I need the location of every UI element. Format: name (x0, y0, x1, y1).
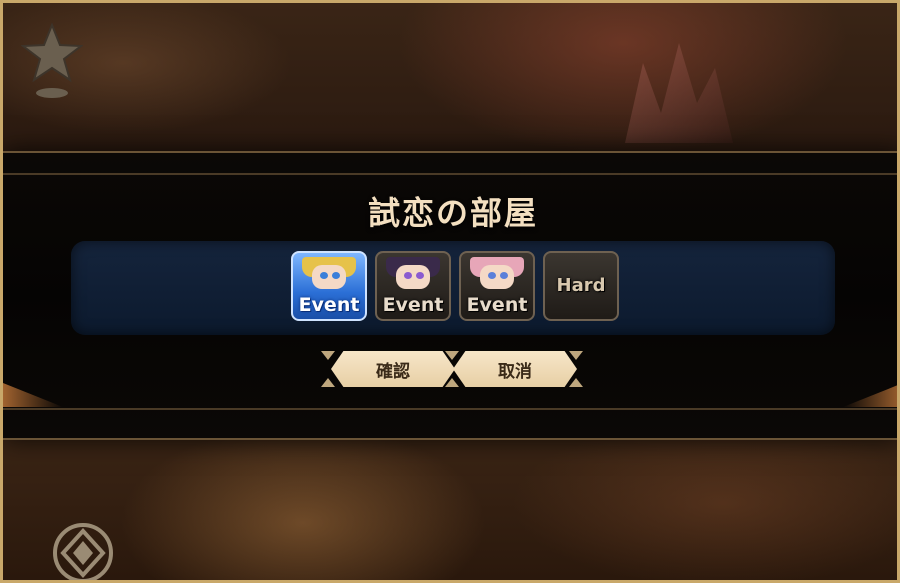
diamond-emblem-icon (53, 523, 113, 580)
character-portrait (302, 257, 356, 291)
difficulty-option-hard[interactable]: Hard (543, 251, 619, 321)
ornament-triangle (445, 351, 459, 360)
ornament-triangle (569, 378, 583, 387)
ornament-triangle (445, 378, 459, 387)
band-ornament (3, 383, 63, 407)
divider (3, 173, 897, 175)
difficulty-panel: Event Event Event Hard (71, 241, 835, 335)
divider (3, 408, 897, 410)
difficulty-option-label: Event (382, 294, 444, 316)
difficulty-option-event-2[interactable]: Event (375, 251, 451, 321)
ornament-triangle (321, 378, 335, 387)
character-portrait (470, 257, 524, 291)
dialog-title: 試恋の部屋 (367, 194, 538, 232)
favorite-star-button[interactable] (20, 21, 84, 103)
cancel-button[interactable]: 取消 (453, 351, 577, 387)
band-ornament (843, 383, 897, 407)
difficulty-options: Event Event Event Hard (291, 251, 619, 321)
ornament-triangle (569, 351, 583, 360)
difficulty-option-label: Hard (556, 275, 606, 296)
confirm-button[interactable]: 確認 (331, 351, 455, 387)
dialog-actions: 確認 取消 (321, 351, 583, 387)
background-crystal (625, 43, 733, 143)
difficulty-option-event-3[interactable]: Event (459, 251, 535, 321)
difficulty-option-label: Event (466, 294, 528, 316)
difficulty-option-label: Event (298, 294, 360, 316)
ornament-triangle (321, 351, 335, 360)
dialog-band: 試恋の部屋 Event Event Event Hard 確認 取消 (3, 151, 897, 440)
game-screen: 試恋の部屋 Event Event Event Hard 確認 取消 (0, 0, 900, 583)
star-icon (20, 22, 84, 98)
menu-emblem-button[interactable] (51, 521, 115, 580)
character-portrait (386, 257, 440, 291)
difficulty-option-event-1[interactable]: Event (291, 251, 367, 321)
